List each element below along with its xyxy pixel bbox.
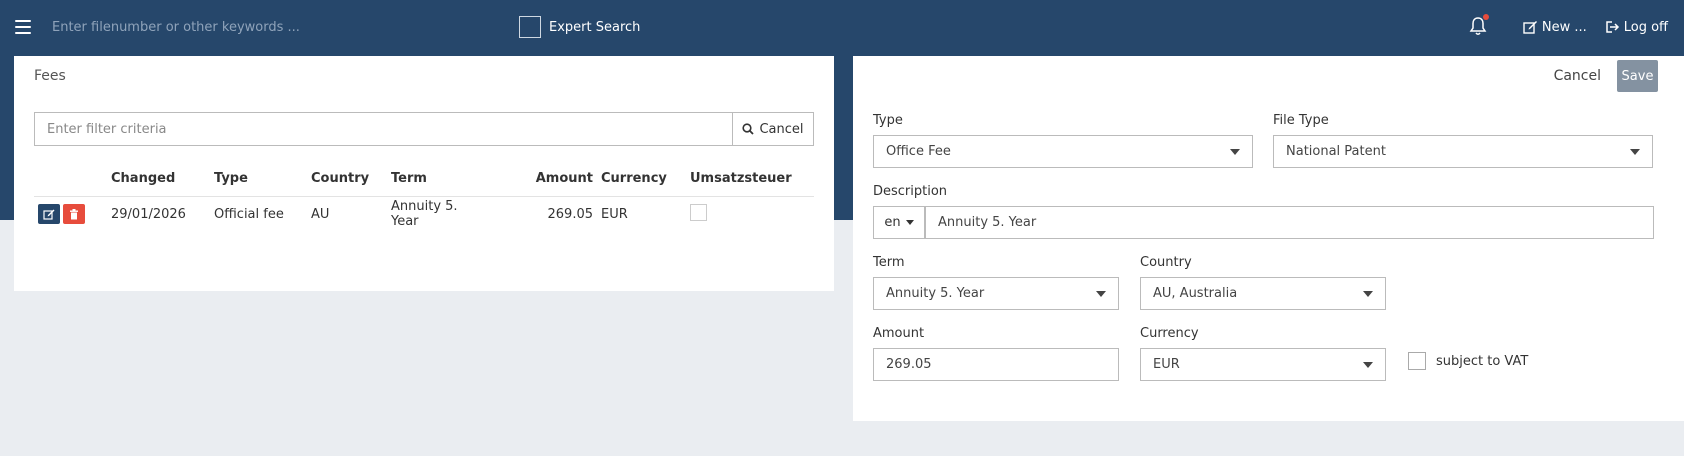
col-country[interactable]: Country (307, 162, 387, 197)
col-vat[interactable]: Umsatzsteuer (686, 162, 814, 197)
country-label: Country (1140, 255, 1192, 270)
chevron-down-icon (1363, 362, 1373, 368)
cell-amount: 269.05 (547, 206, 594, 222)
amount-label: Amount (873, 326, 925, 341)
amount-value: 269.05 (886, 357, 932, 372)
cell-type: Official fee (214, 206, 284, 222)
expert-search-checkbox[interactable] (519, 16, 541, 38)
logoff-label: Log off (1623, 19, 1668, 35)
chevron-down-icon (1230, 149, 1240, 155)
cancel-button[interactable]: Cancel (1554, 68, 1601, 84)
chevron-down-icon (1363, 291, 1373, 297)
panel-title: Fees (34, 68, 66, 84)
description-value: Annuity 5. Year (938, 215, 1037, 230)
type-select[interactable]: Office Fee (873, 135, 1253, 168)
delete-row-button[interactable] (63, 204, 85, 225)
global-search-input[interactable] (52, 16, 492, 38)
filter-cancel-label: Cancel (759, 121, 804, 137)
col-changed[interactable]: Changed (107, 162, 210, 197)
description-label: Description (873, 184, 948, 199)
row-actions (34, 196, 107, 232)
edit-row-button[interactable] (38, 204, 60, 225)
notification-dot (1482, 14, 1489, 20)
term-label: Term (873, 255, 905, 270)
trash-icon (70, 208, 78, 220)
vat-checkbox[interactable] (1408, 352, 1426, 370)
vat-label: subject to VAT (1436, 353, 1529, 369)
chevron-down-icon (1630, 149, 1640, 155)
file-type-select[interactable]: National Patent (1273, 135, 1653, 168)
filter-input[interactable] (34, 112, 732, 146)
filter-bar: Cancel (34, 112, 814, 146)
edit-icon (1523, 21, 1537, 34)
file-type-select-value: National Patent (1286, 144, 1386, 159)
vat-toggle[interactable]: subject to VAT (1408, 352, 1528, 370)
expert-search-label: Expert Search (549, 19, 641, 35)
fees-table: Changed Type Country Term Amount Currenc… (34, 162, 814, 232)
bell-icon[interactable] (1469, 14, 1489, 38)
actions-header (34, 162, 107, 197)
cell-changed: 29/01/2026 (111, 206, 186, 222)
description-input[interactable]: Annuity 5. Year (925, 206, 1654, 239)
currency-select-value: EUR (1153, 357, 1180, 372)
col-type[interactable]: Type (210, 162, 307, 197)
logout-icon (1605, 21, 1619, 33)
language-dropdown[interactable]: en (873, 206, 925, 239)
fee-edit-panel: Cancel Save Type Office Fee File Type Na… (853, 56, 1684, 421)
currency-label: Currency (1140, 326, 1199, 341)
cell-vat (686, 196, 814, 232)
type-label: Type (873, 113, 903, 128)
amount-input[interactable]: 269.05 (873, 348, 1119, 381)
cell-term: Annuity 5. Year (391, 199, 458, 230)
col-term[interactable]: Term (387, 162, 489, 197)
fees-panel: Fees Cancel Changed Type Country Term Am… (14, 56, 834, 291)
logoff-button[interactable]: Log off (1605, 20, 1668, 35)
col-amount[interactable]: Amount (489, 162, 597, 197)
top-bar: Expert Search New ... Log off (0, 0, 1684, 55)
term-select[interactable]: Annuity 5. Year (873, 277, 1119, 310)
table-header-row: Changed Type Country Term Amount Currenc… (34, 162, 814, 197)
cell-country: AU (311, 206, 330, 222)
filter-cancel-button[interactable]: Cancel (732, 112, 814, 146)
cell-currency: EUR (601, 206, 628, 222)
country-select-value: AU, Australia (1153, 286, 1238, 301)
table-row[interactable]: 29/01/2026 Official fee AU Annuity 5. Ye… (34, 196, 814, 232)
save-button[interactable]: Save (1617, 60, 1658, 92)
type-select-value: Office Fee (886, 144, 951, 159)
country-select[interactable]: AU, Australia (1140, 277, 1386, 310)
new-label: New ... (1541, 19, 1587, 35)
col-currency[interactable]: Currency (597, 162, 686, 197)
currency-select[interactable]: EUR (1140, 348, 1386, 381)
term-select-value: Annuity 5. Year (886, 286, 985, 301)
search-icon (742, 123, 755, 135)
menu-icon[interactable] (15, 20, 31, 34)
chevron-down-icon (1096, 291, 1106, 297)
caret-down-icon (905, 220, 914, 225)
vat-checkbox (690, 203, 707, 221)
language-value: en (884, 215, 901, 230)
expert-search-toggle[interactable]: Expert Search (519, 16, 640, 38)
file-type-label: File Type (1273, 113, 1329, 128)
edit-icon (43, 209, 55, 220)
new-button[interactable]: New ... (1523, 20, 1587, 35)
